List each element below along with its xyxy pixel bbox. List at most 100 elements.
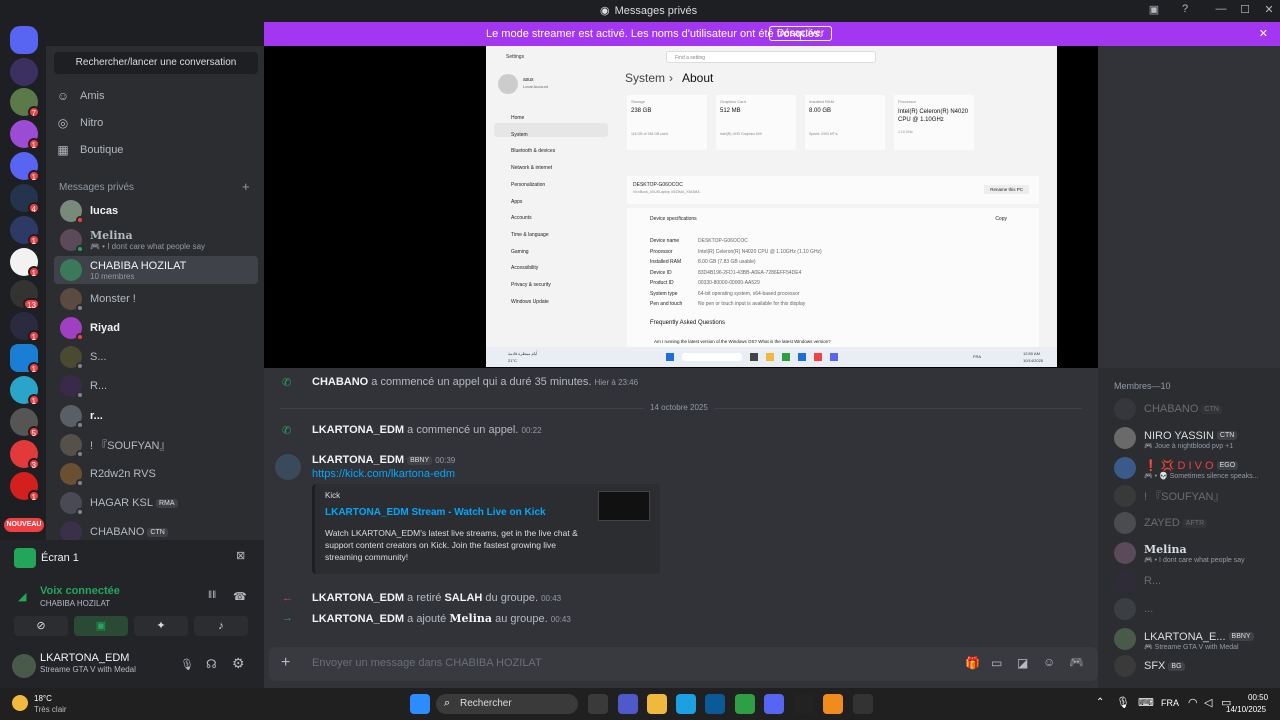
discord-taskbar-icon[interactable] (764, 694, 784, 714)
weather-desc: Très clair (34, 705, 67, 714)
file-explorer-icon[interactable] (647, 694, 667, 714)
server-icon[interactable] (10, 58, 38, 86)
member-item[interactable]: CHABANO CTN (1114, 395, 1274, 423)
headphones-icon[interactable]: ☊ (206, 657, 217, 671)
start-icon[interactable] (410, 694, 430, 714)
server-icon[interactable]: 5 (10, 408, 40, 438)
dm-item[interactable]: Riyad (54, 314, 258, 342)
member-item[interactable]: NIRO YASSIN CTN 🎮 Joue à nightblood pvp +1 (1114, 424, 1274, 452)
title-bar: ◉ Messages privés ▣ ? — ☐ ✕ (0, 0, 1280, 22)
embed-title[interactable]: LKARTONA_EDM Stream - Watch Live on Kick (325, 507, 546, 518)
disconnect-icon[interactable]: ☎ (233, 590, 247, 603)
member-item[interactable]: R... (1114, 567, 1274, 595)
soundboard-button[interactable]: ♪ (194, 616, 248, 636)
member-item[interactable]: ZAYED AFTR (1114, 509, 1274, 537)
noise-icon[interactable]: ‖‖ (208, 590, 216, 601)
message-input[interactable]: Envoyer un message dans CHABIBA HOZILAT (312, 657, 542, 669)
chevron-up-icon[interactable]: ⌃ (1096, 697, 1104, 708)
dm-item[interactable]: Melina 🎮 • I dont care what people say (54, 226, 258, 254)
microphone-icon[interactable]: 🎙 (180, 658, 194, 671)
server-icon[interactable]: 3 (10, 440, 40, 470)
maximize-button[interactable]: ☐ (1236, 3, 1254, 19)
dm-item[interactable]: R... (54, 372, 258, 400)
close-icon[interactable]: ✕ (1259, 27, 1268, 40)
clock-time[interactable]: 00:50 (1248, 693, 1268, 702)
server-icon[interactable]: 1 (10, 152, 40, 182)
server-icon[interactable]: 13 (10, 280, 40, 310)
nav-shop[interactable]: ▦ Boutique (56, 138, 123, 162)
member-item[interactable]: LKARTONA_E... BBNY 🎮 Streame GTA V with Me… (1114, 625, 1274, 653)
member-item[interactable]: Melina 🎮 • I dont care what people say (1114, 539, 1274, 567)
avatar[interactable] (12, 654, 36, 678)
member-item[interactable]: ! 『SOUFYAN』 (1114, 482, 1274, 510)
dm-item[interactable]: lucas (54, 197, 258, 225)
server-icon[interactable]: 1 (10, 344, 40, 374)
apps-icon[interactable]: 🎮 (1069, 655, 1084, 669)
dm-item[interactable]: ! 『SOUFYAN』 (54, 431, 258, 459)
weather-icon[interactable] (12, 695, 28, 711)
app-icon[interactable] (853, 694, 873, 714)
taskbar-search[interactable]: ⌕ Rechercher (436, 694, 578, 714)
dm-item[interactable]: R2dw2n RVS (54, 460, 258, 488)
inbox-icon[interactable]: ▣ (1145, 3, 1163, 19)
new-badge[interactable]: NOUVEAU (4, 518, 44, 532)
keyboard-icon[interactable]: ⌨ (1138, 696, 1154, 709)
gif-icon[interactable]: ▭ (991, 656, 1002, 670)
gift-icon[interactable]: 🎁 (965, 656, 980, 670)
emoji-icon[interactable]: ☺ (1043, 655, 1055, 669)
store-icon[interactable] (705, 694, 725, 714)
chrome-icon[interactable] (735, 694, 755, 714)
dm-item[interactable]: HAGAR KSL RMA (54, 489, 258, 517)
server-icon[interactable]: 7 (10, 88, 40, 118)
weather-temp[interactable]: 18°C (34, 694, 52, 703)
nav-friends[interactable]: ☺ Amis (56, 84, 105, 108)
server-icon[interactable]: 1 (10, 248, 40, 278)
member-item[interactable]: ❗ 💢 D I V O EGO 🎮 • 💀 Sometimes silence sp… (1114, 454, 1274, 482)
camera-off-button[interactable]: ⊘ (14, 616, 68, 636)
find-conversation-button[interactable]: Rechercher/lancer une conversation (54, 52, 258, 74)
dm-item[interactable]: r... (54, 402, 258, 430)
create-dm-icon[interactable]: + (242, 179, 250, 194)
server-icon[interactable]: 1 (10, 216, 40, 246)
minimize-button[interactable]: — (1212, 3, 1230, 19)
capcut-icon[interactable] (794, 694, 814, 714)
teams-icon[interactable] (618, 694, 638, 714)
language-indicator[interactable]: FRA (1161, 698, 1179, 708)
disable-streamer-button[interactable]: Désactiver (769, 26, 833, 41)
sticker-icon[interactable]: ◪ (1017, 656, 1028, 670)
attach-plus-icon[interactable]: + (281, 654, 290, 672)
task-view-icon[interactable] (588, 694, 608, 714)
avatar (60, 463, 84, 487)
voice-channel[interactable]: CHABIBA HOZILAT (40, 599, 110, 608)
server-icon[interactable]: 1 (10, 120, 40, 150)
avatar[interactable] (275, 454, 301, 480)
dm-item[interactable]: CHABIBA HOZILAT 10 membres (54, 256, 258, 284)
stop-stream-icon[interactable]: ⊠ (236, 549, 245, 562)
help-icon[interactable]: ? (1176, 3, 1194, 19)
dm-item[interactable]: Monster ! (54, 285, 258, 313)
app-icon[interactable] (823, 694, 843, 714)
spec-card: Processor Intel(R) Celeron(R) N4020 CPU @… (894, 95, 974, 150)
volume-icon[interactable]: ◁ (1204, 696, 1212, 709)
wifi-icon[interactable]: ◠ (1188, 696, 1198, 709)
embed-thumbnail[interactable] (598, 491, 650, 521)
activity-button[interactable]: ✦ (134, 616, 188, 636)
server-icon[interactable]: 1 (10, 472, 40, 502)
share-screen-button[interactable]: ▣ (74, 616, 128, 636)
dm-item[interactable]: S... (54, 343, 258, 371)
server-icon[interactable]: 1 (10, 312, 40, 342)
member-item[interactable]: ... (1114, 595, 1274, 623)
home-discord-icon[interactable] (10, 26, 38, 54)
member-item[interactable]: SFX BG (1114, 652, 1274, 680)
server-icon[interactable]: 4 (10, 184, 40, 214)
microphone-icon[interactable]: 🎙 (1116, 696, 1130, 709)
server-icon[interactable]: 1 (10, 376, 40, 406)
close-button[interactable]: ✕ (1260, 3, 1278, 19)
edge-icon[interactable] (676, 694, 696, 714)
clock-date[interactable]: 14/10/2025 (1226, 705, 1266, 714)
settings-gear-icon[interactable]: ⚙ (232, 655, 245, 672)
message-link[interactable]: https://kick.com/lkartona-edm (312, 468, 455, 480)
username[interactable]: LKARTONA_EDM (40, 652, 129, 664)
nav-nitro[interactable]: ◎ Nitro (56, 111, 103, 135)
voice-status[interactable]: Voix connectée (40, 585, 120, 597)
